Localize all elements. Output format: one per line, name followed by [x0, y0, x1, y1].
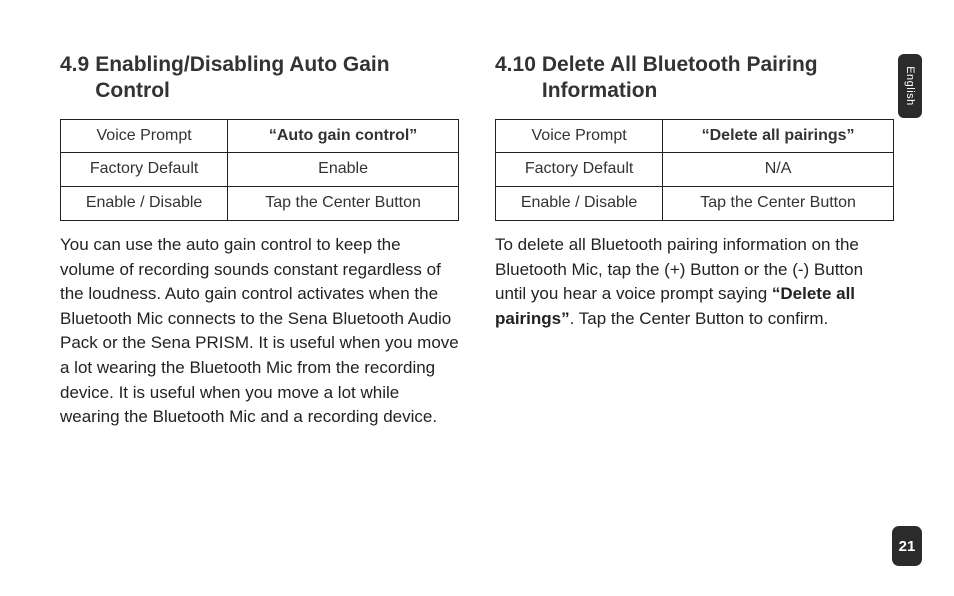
table-row: Enable / Disable Tap the Center Button — [61, 187, 459, 221]
section-heading-4-10: 4.10 Delete All Bluetooth Pairing Inform… — [495, 52, 894, 105]
row-value: Tap the Center Button — [228, 187, 459, 221]
section-paragraph: You can use the auto gain control to kee… — [60, 233, 459, 430]
row-label: Enable / Disable — [61, 187, 228, 221]
section-heading-4-9: 4.9 Enabling/Disabling Auto Gain Control — [60, 52, 459, 105]
paragraph-text: . Tap the Center Button to confirm. — [570, 309, 829, 328]
table-row: Enable / Disable Tap the Center Button — [496, 187, 894, 221]
heading-text: Delete All Bluetooth Pairing Information — [542, 52, 894, 105]
table-row: Factory Default N/A — [496, 153, 894, 187]
manual-page: 4.9 Enabling/Disabling Auto Gain Control… — [0, 0, 954, 470]
settings-table-right: Voice Prompt “Delete all pairings” Facto… — [495, 119, 894, 221]
page-number: 21 — [899, 538, 916, 555]
section-paragraph: To delete all Bluetooth pairing informat… — [495, 233, 894, 332]
row-label: Voice Prompt — [496, 119, 663, 153]
row-value: N/A — [663, 153, 894, 187]
row-value: “Delete all pairings” — [663, 119, 894, 153]
heading-text: Enabling/Disabling Auto Gain Control — [95, 52, 459, 105]
heading-number: 4.10 — [495, 52, 542, 78]
table-row: Voice Prompt “Auto gain control” — [61, 119, 459, 153]
row-value: “Auto gain control” — [228, 119, 459, 153]
right-column: 4.10 Delete All Bluetooth Pairing Inform… — [495, 52, 894, 430]
table-row: Voice Prompt “Delete all pairings” — [496, 119, 894, 153]
settings-table-left: Voice Prompt “Auto gain control” Factory… — [60, 119, 459, 221]
heading-number: 4.9 — [60, 52, 95, 78]
row-label: Voice Prompt — [61, 119, 228, 153]
language-label: English — [904, 66, 916, 106]
language-tab: English — [898, 54, 922, 118]
row-value: Enable — [228, 153, 459, 187]
page-number-badge: 21 — [892, 526, 922, 566]
left-column: 4.9 Enabling/Disabling Auto Gain Control… — [60, 52, 459, 430]
table-row: Factory Default Enable — [61, 153, 459, 187]
row-value: Tap the Center Button — [663, 187, 894, 221]
row-label: Enable / Disable — [496, 187, 663, 221]
row-label: Factory Default — [496, 153, 663, 187]
row-label: Factory Default — [61, 153, 228, 187]
